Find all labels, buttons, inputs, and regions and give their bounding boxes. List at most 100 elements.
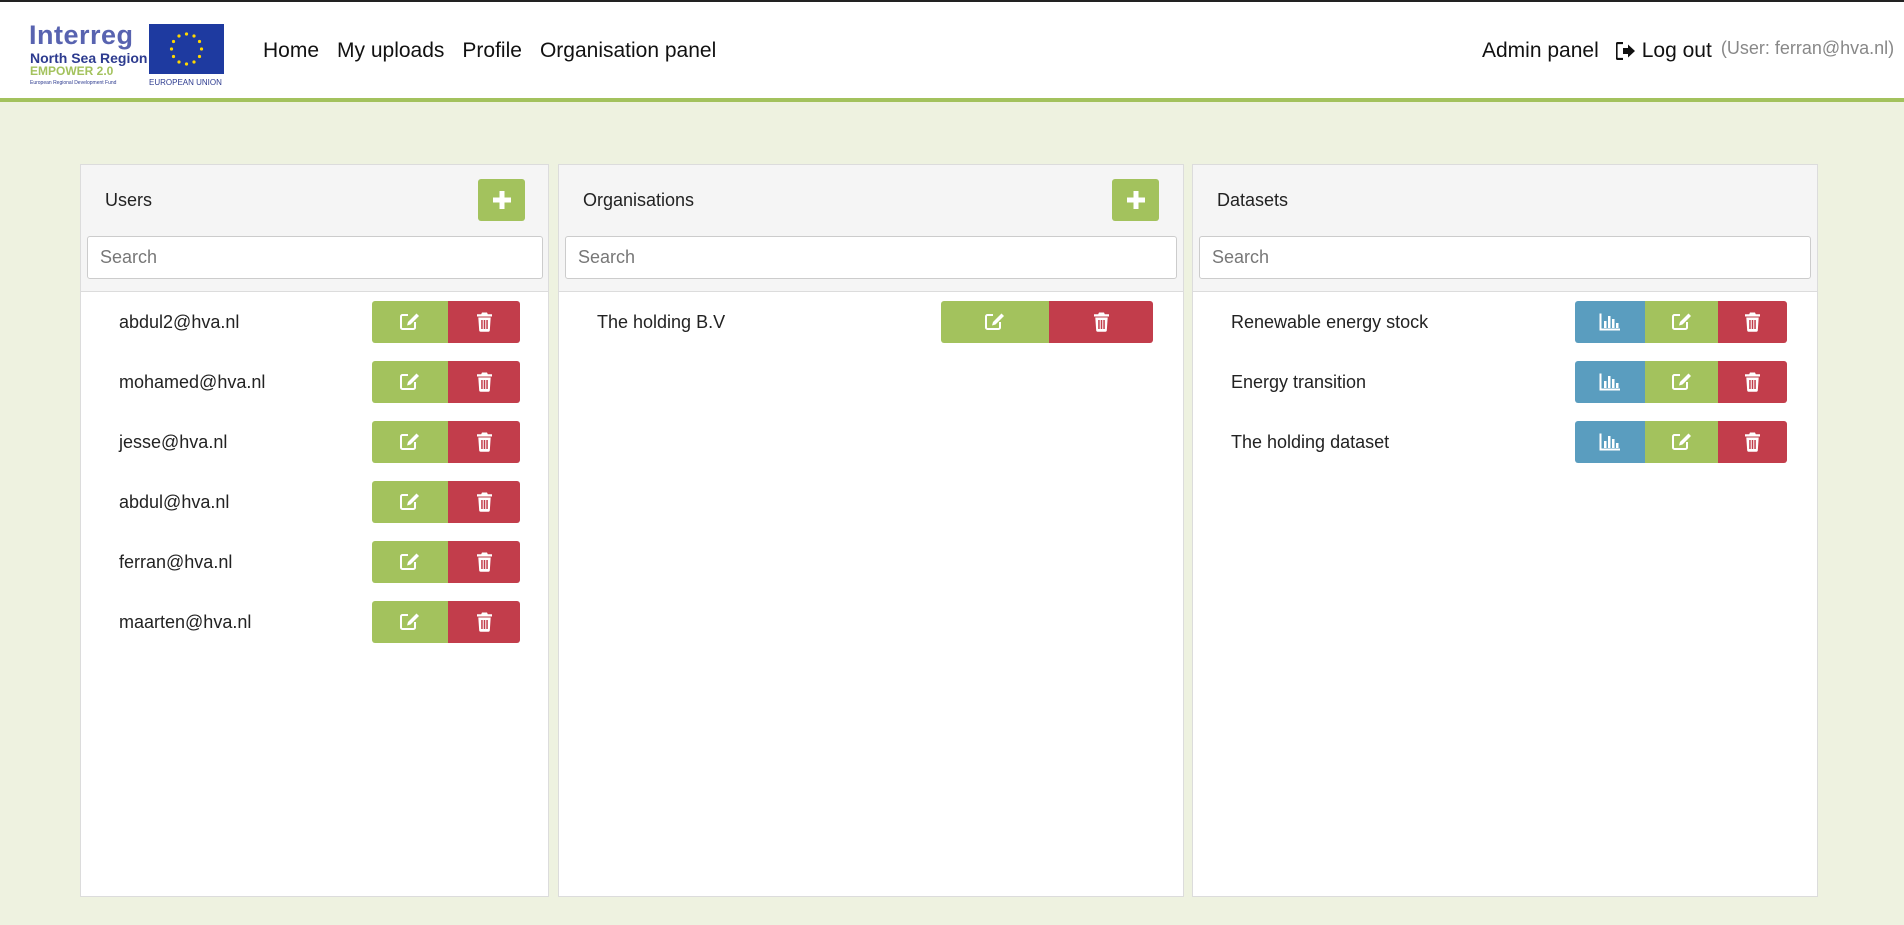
dataset-row: Renewable energy stock: [1193, 301, 1817, 361]
datasets-panel-header: Datasets: [1193, 165, 1817, 292]
datasets-panel-title: Datasets: [1217, 190, 1289, 210]
edit-organisation-button[interactable]: [941, 301, 1049, 343]
datasets-list: Renewable energy stock Energy transition T…: [1193, 301, 1817, 481]
edit-user-button[interactable]: [372, 421, 448, 463]
add-user-button[interactable]: [478, 179, 525, 221]
delete-dataset-button[interactable]: [1718, 421, 1787, 463]
delete-dataset-button[interactable]: [1718, 301, 1787, 343]
user-row-label: abdul@hva.nl: [119, 492, 230, 512]
edit-icon: [399, 372, 421, 392]
trash-icon: [476, 492, 493, 512]
eu-label: EUROPEAN UNION: [149, 78, 222, 87]
organisations-panel: Organisations The holding B.V: [558, 164, 1184, 897]
delete-user-button[interactable]: [448, 481, 520, 523]
edit-dataset-button[interactable]: [1645, 421, 1718, 463]
plus-icon: [1126, 191, 1145, 209]
nav-profile[interactable]: Profile: [462, 39, 522, 63]
nav-admin-panel[interactable]: Admin panel: [1482, 39, 1599, 63]
trash-icon: [1744, 312, 1761, 332]
user-row: abdul2@hva.nl: [81, 301, 548, 361]
logo-fund: European Regional Development Fund: [30, 80, 117, 86]
logo-title: Interreg: [29, 20, 134, 50]
navbar: Interreg North Sea Region EMPOWER 2.0 Eu…: [0, 2, 1904, 102]
eu-flag-icon: [149, 24, 224, 74]
edit-user-button[interactable]: [372, 541, 448, 583]
dataset-row: The holding dataset: [1193, 421, 1817, 481]
trash-icon: [476, 552, 493, 572]
delete-user-button[interactable]: [448, 361, 520, 403]
user-row: maarten@hva.nl: [81, 601, 548, 661]
user-row-label: maarten@hva.nl: [119, 612, 252, 632]
bar-chart-icon: [1599, 313, 1621, 331]
user-row: ferran@hva.nl: [81, 541, 548, 601]
user-row-label: ferran@hva.nl: [119, 552, 233, 572]
organisation-row-label: The holding B.V: [597, 312, 726, 332]
sign-out-icon: [1615, 42, 1635, 60]
user-row: jesse@hva.nl: [81, 421, 548, 481]
edit-user-button[interactable]: [372, 601, 448, 643]
nav-home[interactable]: Home: [263, 39, 319, 63]
interreg-logo[interactable]: Interreg North Sea Region EMPOWER 2.0 Eu…: [29, 21, 225, 87]
organisations-panel-title: Organisations: [583, 190, 695, 210]
delete-user-button[interactable]: [448, 601, 520, 643]
dataset-row-label: Energy transition: [1231, 372, 1367, 392]
plus-icon: [492, 191, 511, 209]
edit-icon: [984, 312, 1006, 332]
user-row-label: abdul2@hva.nl: [119, 312, 240, 332]
delete-organisation-button[interactable]: [1049, 301, 1153, 343]
trash-icon: [476, 612, 493, 632]
trash-icon: [476, 312, 493, 332]
trash-icon: [1093, 312, 1110, 332]
edit-icon: [399, 312, 421, 332]
organisations-panel-header: Organisations: [559, 165, 1183, 292]
dataset-row: Energy transition: [1193, 361, 1817, 421]
trash-icon: [1744, 432, 1761, 452]
users-panel-header: Users: [81, 165, 548, 292]
organisations-list: The holding B.V: [559, 301, 1183, 361]
datasets-panel: Datasets Renewable energy stock Energy tr…: [1192, 164, 1818, 897]
logout-label: Log out: [1641, 39, 1712, 62]
main-nav: Home My uploads Profile Organisation pan…: [263, 39, 716, 63]
user-row: mohamed@hva.nl: [81, 361, 548, 421]
edit-icon: [399, 552, 421, 572]
datasets-search-input[interactable]: [1199, 236, 1811, 279]
edit-icon: [399, 432, 421, 452]
edit-user-button[interactable]: [372, 481, 448, 523]
trash-icon: [476, 432, 493, 452]
edit-icon: [399, 492, 421, 512]
delete-user-button[interactable]: [448, 421, 520, 463]
delete-dataset-button[interactable]: [1718, 361, 1787, 403]
dataset-row-label: The holding dataset: [1231, 432, 1390, 452]
edit-user-button[interactable]: [372, 301, 448, 343]
view-dataset-chart-button[interactable]: [1575, 421, 1645, 463]
edit-user-button[interactable]: [372, 361, 448, 403]
edit-icon: [1671, 312, 1693, 332]
view-dataset-chart-button[interactable]: [1575, 301, 1645, 343]
edit-dataset-button[interactable]: [1645, 301, 1718, 343]
organisations-search-input[interactable]: [565, 236, 1177, 279]
delete-user-button[interactable]: [448, 301, 520, 343]
users-search-input[interactable]: [87, 236, 543, 279]
account-nav: Admin panel Log out (User: ferran@hva.nl…: [1482, 37, 1895, 63]
edit-icon: [399, 612, 421, 632]
add-organisation-button[interactable]: [1112, 179, 1159, 221]
user-row: abdul@hva.nl: [81, 481, 548, 541]
logo-project: EMPOWER 2.0: [30, 64, 114, 78]
logout-link[interactable]: Log out: [1615, 39, 1712, 63]
edit-icon: [1671, 432, 1693, 452]
current-user-label: (User: ferran@hva.nl): [1720, 37, 1895, 58]
nav-my-uploads[interactable]: My uploads: [337, 39, 444, 63]
nav-organisation-panel[interactable]: Organisation panel: [540, 39, 716, 63]
user-row-label: jesse@hva.nl: [119, 432, 228, 452]
trash-icon: [1744, 372, 1761, 392]
logo-region: North Sea Region: [30, 50, 148, 66]
users-panel-title: Users: [105, 190, 153, 210]
edit-dataset-button[interactable]: [1645, 361, 1718, 403]
logo-text: Interreg North Sea Region EMPOWER 2.0 Eu…: [29, 21, 147, 87]
bar-chart-icon: [1599, 373, 1621, 391]
bar-chart-icon: [1599, 433, 1621, 451]
trash-icon: [476, 372, 493, 392]
view-dataset-chart-button[interactable]: [1575, 361, 1645, 403]
delete-user-button[interactable]: [448, 541, 520, 583]
users-list: abdul2@hva.nl mohamed@hva.nl jesse@hva.nl a…: [81, 301, 548, 661]
